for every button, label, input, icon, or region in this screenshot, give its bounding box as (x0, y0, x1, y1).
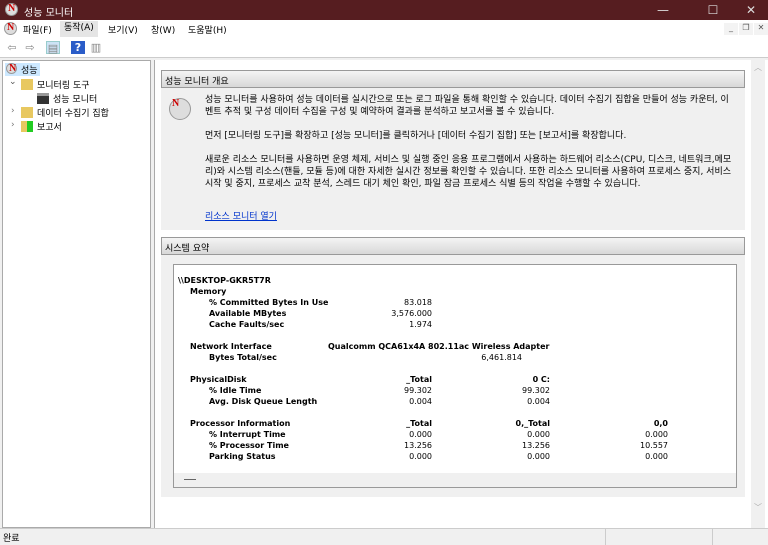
show-hide-action-pane-icon[interactable]: ▥ (89, 41, 103, 54)
summary-value: 13.256 (404, 441, 432, 450)
perfmon-icon (6, 63, 17, 74)
menu-window[interactable]: 창(W) (151, 23, 175, 36)
overview-body: 성능 모니터를 사용하여 성능 데이터를 실시간으로 또는 로그 파일을 통해 … (161, 88, 745, 230)
summary-footer (174, 473, 736, 487)
open-resource-monitor-link[interactable]: 리소스 모니터 열기 (205, 211, 277, 223)
back-button[interactable]: ⇦ (5, 41, 19, 54)
summary-value: 0.000 (527, 452, 550, 461)
console-tree: 성능 ⌄ 모니터링 도구 성능 모니터 › 데이터 수집기 집합 › 보고서 (2, 60, 151, 528)
toolbar: ⇦ ⇨ ▤ ? ▥ (0, 38, 768, 58)
summary-label: Avg. Disk Queue Length (209, 397, 318, 406)
summary-label: Bytes Total/sec (209, 353, 277, 362)
window-title: 성능 모니터 (24, 8, 74, 19)
tree-item-monitoring-tools[interactable]: 모니터링 도구 (37, 78, 90, 91)
summary-label: 0 C: (532, 375, 550, 384)
overview-paragraph-1: 성능 모니터를 사용하여 성능 데이터를 실시간으로 또는 로그 파일을 통해 … (205, 95, 729, 117)
summary-label: % Committed Bytes In Use (209, 298, 329, 307)
summary-value: 0.000 (527, 430, 550, 439)
mdi-restore-button[interactable]: ❐ (739, 23, 753, 35)
summary-value: 0.000 (645, 430, 668, 439)
summary-label: 0,_Total (515, 419, 550, 428)
summary-label: 0,0 (653, 419, 668, 428)
mdi-minimize-button[interactable]: _ (724, 23, 738, 35)
status-divider (605, 529, 606, 545)
folder-tools-icon (21, 79, 33, 90)
summary-value: 0.000 (645, 452, 668, 461)
tree-item-reports[interactable]: 보고서 (37, 120, 62, 133)
summary-value: 1.974 (409, 320, 432, 329)
menu-view[interactable]: 보기(V) (108, 23, 138, 36)
menu-bar: 파일(F) 동작(A) 보기(V) 창(W) 도움말(H) _ ❐ ✕ (0, 20, 768, 38)
summary-label: Processor Information (190, 419, 291, 428)
status-divider (712, 529, 713, 545)
tree-item-performance-monitor[interactable]: 성능 모니터 (53, 92, 97, 105)
forward-button[interactable]: ⇨ (23, 41, 37, 54)
summary-value: 83.018 (404, 298, 432, 307)
summary-value: 99.302 (404, 386, 432, 395)
status-text: 완료 (3, 534, 20, 544)
summary-label: Cache Faults/sec (209, 320, 285, 329)
summary-value: 99.302 (522, 386, 550, 395)
summary-label: Qualcomm QCA61x4A 802.11ac Wireless Adap… (328, 342, 550, 351)
summary-label: % Idle Time (209, 386, 262, 395)
perfmon-large-icon (169, 98, 191, 120)
summary-label: Parking Status (209, 452, 276, 461)
details-pane: 성능 모니터 개요 성능 모니터를 사용하여 성능 데이터를 실시간으로 또는 … (154, 60, 768, 528)
summary-value: 10.557 (640, 441, 668, 450)
mdi-close-button[interactable]: ✕ (754, 23, 768, 35)
summary-label: _Total (406, 375, 432, 384)
system-summary-header[interactable]: 시스템 요약 (161, 237, 745, 255)
status-bar: 완료 (0, 528, 768, 545)
help-button[interactable]: ? (71, 41, 85, 54)
summary-value: 0.004 (409, 397, 432, 406)
menu-file[interactable]: 파일(F) (23, 23, 52, 36)
tree-item-performance[interactable]: 성능 (5, 63, 40, 76)
summary-value: 6,461.814 (481, 353, 522, 362)
summary-label: _Total (406, 419, 432, 428)
overview-paragraph-2: 먼저 [모니터링 도구]를 확장하고 [성능 모니터]를 클릭하거나 [데이터 … (205, 131, 627, 141)
tree-label: 성능 (21, 66, 38, 76)
folder-datasets-icon (21, 107, 33, 118)
summary-label: Memory (190, 287, 227, 296)
summary-value: 0.004 (527, 397, 550, 406)
maximize-button[interactable]: ☐ (698, 0, 728, 20)
summary-value: 0.000 (409, 430, 432, 439)
collapse-icon[interactable] (184, 479, 196, 480)
summary-label: % Processor Time (209, 441, 289, 450)
chevron-right-icon[interactable]: › (11, 120, 15, 130)
summary-label: Available MBytes (209, 309, 287, 318)
summary-label: Network Interface (190, 342, 272, 351)
chevron-down-icon[interactable]: ⌄ (9, 77, 17, 87)
summary-label: % Interrupt Time (209, 430, 286, 439)
system-menu-icon[interactable] (4, 22, 17, 35)
system-summary-body: \\DESKTOP-GKR5T7R Memory % Committed Bytes… (161, 255, 745, 497)
menu-action[interactable]: 동작(A) (60, 21, 98, 37)
summary-value: 3,576.000 (391, 309, 432, 318)
summary-label: \\DESKTOP-GKR5T7R (178, 276, 271, 285)
summary-value: 13.256 (522, 441, 550, 450)
minimize-button[interactable]: — (648, 0, 678, 20)
overview-paragraph-3: 새로운 리소스 모니터를 사용하면 운영 체제, 서비스 및 실행 중인 응용 … (205, 155, 732, 189)
menu-help[interactable]: 도움말(H) (188, 23, 227, 36)
chevron-right-icon[interactable]: › (11, 106, 15, 116)
perfmon-logo-icon (5, 3, 18, 16)
show-hide-console-tree-icon[interactable]: ▤ (46, 41, 60, 55)
vertical-scrollbar[interactable]: ︿ ﹀ (751, 60, 765, 528)
perf-chart-icon (37, 93, 49, 104)
tree-item-data-collector-sets[interactable]: 데이터 수집기 집합 (37, 106, 109, 119)
system-summary-table: \\DESKTOP-GKR5T7R Memory % Committed Bytes… (173, 264, 737, 488)
overview-header[interactable]: 성능 모니터 개요 (161, 70, 745, 88)
scroll-down-icon[interactable]: ﹀ (754, 502, 762, 513)
folder-reports-icon (21, 121, 33, 132)
close-button[interactable]: ✕ (736, 0, 766, 20)
title-bar: 성능 모니터 — ☐ ✕ (0, 0, 768, 20)
summary-value: 0.000 (409, 452, 432, 461)
summary-label: PhysicalDisk (190, 375, 247, 384)
scroll-up-icon[interactable]: ︿ (754, 62, 762, 73)
